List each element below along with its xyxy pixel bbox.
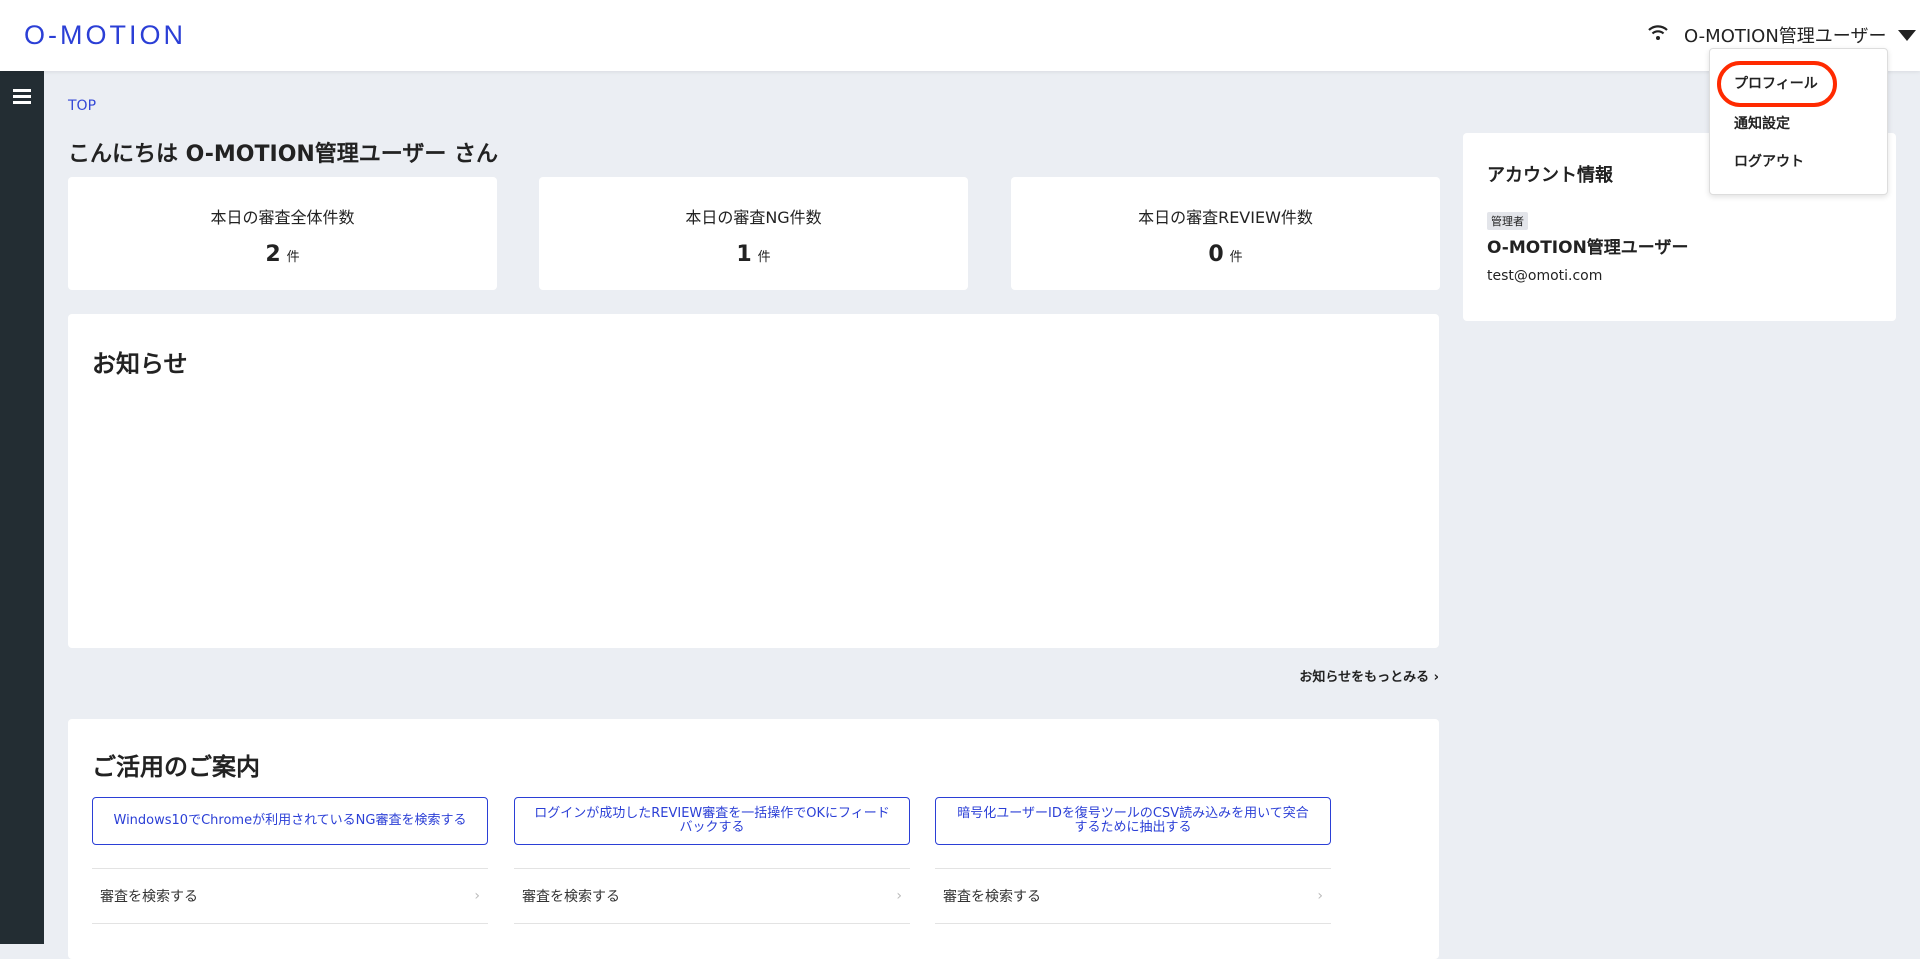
stat-card-review: 本日の審査REVIEW件数 0 件 [1011, 177, 1440, 290]
guide-link-label: 審査を検索する [100, 889, 198, 905]
stat-unit: 件 [1229, 250, 1243, 265]
stat-label: 本日の審査REVIEW件数 [1138, 208, 1313, 227]
stat-value: 0 [1208, 242, 1224, 267]
chevron-right-icon: › [1433, 670, 1439, 685]
menu-item-logout[interactable]: ログアウト [1734, 151, 1804, 171]
stat-label: 本日の審査全体件数 [210, 208, 355, 227]
stat-card-total: 本日の審査全体件数 2 件 [68, 177, 497, 290]
guide-link[interactable]: 審査を検索する › [514, 868, 910, 924]
logo[interactable]: O-MOTION [24, 20, 186, 51]
page-title: こんにちは O-MOTION管理ユーザー さん [68, 142, 499, 167]
guide-link-label: 審査を検索する [522, 889, 620, 905]
menu-item-profile[interactable]: プロフィール [1734, 73, 1818, 93]
guide-button-csv-extract[interactable]: 暗号化ユーザーIDを復号ツールのCSV読み込みを用いて突合するために抽出する [935, 797, 1331, 845]
account-title: アカウント情報 [1487, 165, 1613, 186]
stat-unit: 件 [286, 250, 300, 265]
chevron-right-icon: › [1317, 888, 1323, 904]
sidebar [0, 71, 44, 944]
news-more-link[interactable]: お知らせをもっとみる › [1299, 666, 1439, 685]
role-badge: 管理者 [1487, 212, 1528, 230]
user-dropdown-menu: プロフィール 通知設定 ログアウト [1709, 48, 1888, 195]
guide-link[interactable]: 審査を検索する › [92, 868, 488, 924]
user-menu-button[interactable]: O-MOTION管理ユーザー [1684, 22, 1917, 48]
header: O-MOTION O-MOTION管理ユーザー [0, 0, 1920, 71]
stat-value: 2 [265, 242, 281, 267]
stat-unit: 件 [757, 250, 771, 265]
wifi-icon [1648, 25, 1668, 40]
breadcrumb-top[interactable]: TOP [68, 98, 96, 114]
guide-link-label: 審査を検索する [943, 889, 1041, 905]
user-name: O-MOTION管理ユーザー [1684, 26, 1887, 47]
stat-value: 1 [736, 242, 752, 267]
guide-button-review-feedback[interactable]: ログインが成功したREVIEW審査を一括操作でOKにフィードバックする [514, 797, 910, 845]
chevron-right-icon: › [896, 888, 902, 904]
guide-link[interactable]: 審査を検索する › [935, 868, 1331, 924]
stat-card-ng: 本日の審査NG件数 1 件 [539, 177, 968, 290]
news-more-label: お知らせをもっとみる [1299, 670, 1430, 685]
chevron-right-icon: › [474, 888, 480, 904]
hamburger-menu-icon[interactable] [13, 89, 31, 107]
account-name: O-MOTION管理ユーザー [1487, 238, 1689, 258]
guide-title: ご活用のご案内 [92, 753, 260, 781]
stat-label: 本日の審査NG件数 [685, 208, 822, 227]
caret-down-icon [1898, 29, 1917, 41]
menu-item-notification-settings[interactable]: 通知設定 [1734, 113, 1790, 133]
news-card: お知らせ [68, 314, 1439, 648]
account-email: test@omoti.com [1487, 268, 1603, 284]
guide-button-ng-search[interactable]: Windows10でChromeが利用されているNG審査を検索する [92, 797, 488, 845]
news-title: お知らせ [92, 350, 188, 378]
